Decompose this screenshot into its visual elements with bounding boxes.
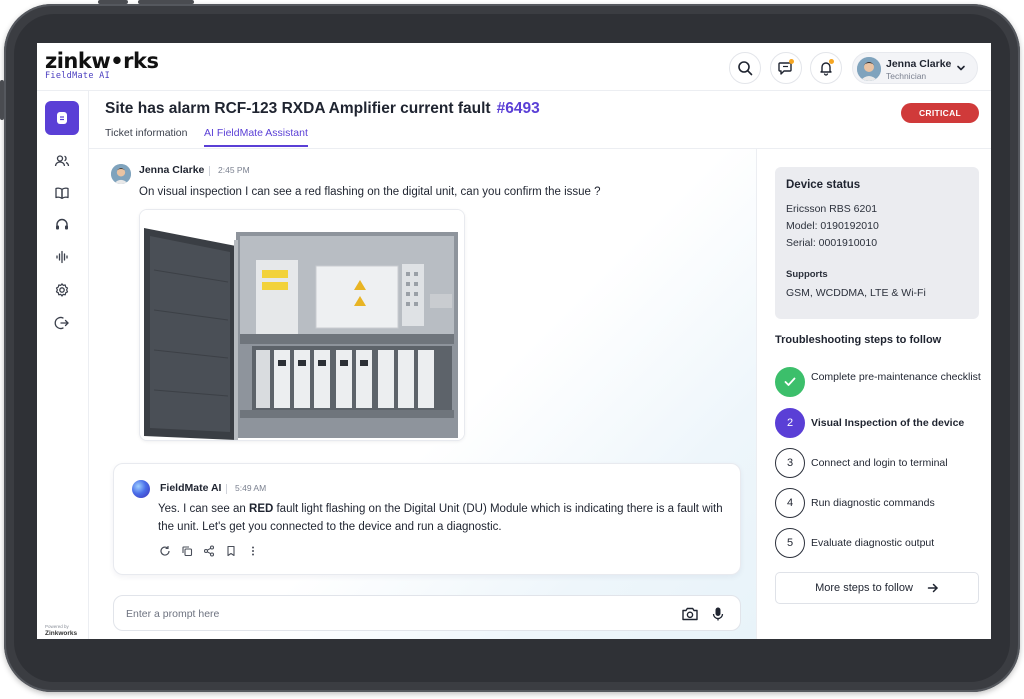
messages-button[interactable] [770, 52, 802, 84]
copy-icon [182, 546, 193, 557]
ticket-number: #6493 [496, 100, 540, 117]
zinkworks-logo: zinkw•rks FieldMate AI [45, 49, 159, 81]
app-header: zinkw•rks FieldMate AI Jenna Clarke Tech… [37, 43, 991, 91]
step-number: 3 [775, 448, 805, 478]
microphone-icon [712, 607, 724, 621]
message-time: 2:45 PM [218, 165, 250, 175]
camera-icon [682, 607, 698, 621]
message-author: Jenna Clarke [139, 164, 205, 176]
step-number: 4 [775, 488, 805, 518]
document-icon [57, 112, 67, 124]
message-avatar [111, 164, 131, 184]
ai-message-time: 5:49 AM [235, 483, 267, 493]
powered-by-label: Powered by [45, 624, 69, 629]
notification-dot [829, 59, 834, 64]
chat-panel: Jenna Clarke 2:45 PM On visual inspectio… [89, 149, 756, 639]
step-label[interactable]: Evaluate diagnostic output [811, 537, 981, 550]
nav-item-tickets[interactable] [45, 101, 79, 135]
camera-button[interactable] [680, 604, 700, 624]
message-divider [226, 484, 227, 494]
fieldmate-ai-avatar [132, 480, 150, 498]
logout-icon [54, 316, 69, 330]
more-steps-button[interactable]: More steps to follow [775, 572, 979, 604]
refresh-icon [160, 546, 170, 556]
nav-item-support[interactable] [52, 215, 72, 235]
supports-label: Supports [786, 269, 828, 280]
check-icon [784, 377, 796, 386]
share-button[interactable] [202, 544, 216, 558]
tab-ai-fieldmate-assistant[interactable]: AI FieldMate Assistant [204, 127, 308, 147]
severity-badge: CRITICAL [901, 103, 979, 123]
equipment-cabinet-image [140, 210, 464, 440]
arrow-right-icon [927, 583, 938, 593]
attached-photo[interactable] [139, 209, 465, 441]
ticket-title: Site has alarm RCF-123 RXDA Amplifier cu… [105, 100, 540, 118]
users-icon [54, 155, 70, 167]
user-name: Jenna Clarke [886, 58, 952, 70]
prompt-input[interactable] [126, 604, 646, 624]
logo-wordmark: zinkw•rks [45, 49, 159, 73]
tablet-top-button [138, 0, 194, 4]
notifications-button[interactable] [810, 52, 842, 84]
chevron-down-icon [957, 65, 965, 71]
ticket-title-text: Site has alarm RCF-123 RXDA Amplifier cu… [105, 100, 491, 117]
more-steps-label: More steps to follow [815, 582, 913, 594]
step-label-active[interactable]: Visual Inspection of the device [811, 417, 981, 430]
step-status-done [775, 367, 805, 397]
tablet-top-button [98, 0, 128, 4]
user-role: Technician [886, 71, 927, 81]
device-model: Model: 0190192010 [786, 220, 879, 232]
bookmark-button[interactable] [224, 544, 238, 558]
more-vertical-icon [252, 546, 254, 556]
nav-item-logout[interactable] [52, 313, 72, 333]
app-screen: zinkw•rks FieldMate AI Jenna Clarke Tech… [37, 43, 991, 639]
nav-item-voice[interactable] [52, 247, 72, 267]
ticket-header: Site has alarm RCF-123 RXDA Amplifier cu… [89, 91, 991, 149]
user-menu[interactable]: Jenna Clarke Technician [852, 52, 978, 84]
prompt-bar [113, 595, 741, 631]
notification-dot [789, 59, 794, 64]
regenerate-button[interactable] [158, 544, 172, 558]
ai-message-text: Yes. I can see an RED fault light flashi… [158, 500, 728, 536]
copy-button[interactable] [180, 544, 194, 558]
user-message-text: On visual inspection I can see a red fla… [139, 186, 601, 198]
device-status-card: Device status Ericsson RBS 6201 Model: 0… [775, 167, 979, 319]
more-options-button[interactable] [246, 544, 260, 558]
gear-icon [55, 283, 69, 297]
ai-text-highlight: RED [249, 503, 274, 515]
message-divider [209, 166, 210, 176]
ai-message-author: FieldMate AI [160, 482, 222, 494]
user-avatar [857, 57, 881, 81]
device-serial: Serial: 0001910010 [786, 237, 878, 249]
headset-icon [56, 218, 68, 230]
step-label[interactable]: Complete pre-maintenance checklist [811, 371, 981, 384]
nav-item-settings[interactable] [52, 280, 72, 300]
tablet-side-button [0, 80, 4, 120]
step-number: 2 [775, 408, 805, 438]
troubleshooting-title: Troubleshooting steps to follow [775, 334, 942, 346]
search-button[interactable] [729, 52, 761, 84]
nav-item-users[interactable] [52, 151, 72, 171]
step-label[interactable]: Run diagnostic commands [811, 497, 981, 510]
tab-ticket-information[interactable]: Ticket information [105, 127, 187, 139]
microphone-button[interactable] [708, 604, 728, 624]
share-icon [203, 545, 215, 557]
bookmark-icon [227, 545, 235, 557]
supports-value: GSM, WCDDMA, LTE & Wi-Fi [786, 287, 926, 299]
powered-by-name: Zinkworks [45, 630, 78, 637]
waveform-icon [56, 250, 68, 264]
step-number: 5 [775, 528, 805, 558]
device-name: Ericsson RBS 6201 [786, 203, 878, 215]
step-label[interactable]: Connect and login to terminal [811, 457, 981, 470]
book-icon [55, 187, 69, 199]
nav-item-knowledge[interactable] [52, 183, 72, 203]
device-panel: Device status Ericsson RBS 6201 Model: 0… [756, 149, 991, 639]
side-nav: Powered by Zinkworks [37, 91, 89, 639]
ai-message-card: FieldMate AI 5:49 AM Yes. I can see an R… [113, 463, 741, 575]
device-status-title: Device status [786, 179, 861, 191]
search-icon [738, 61, 753, 76]
ai-text-pre: Yes. I can see an [158, 503, 250, 515]
